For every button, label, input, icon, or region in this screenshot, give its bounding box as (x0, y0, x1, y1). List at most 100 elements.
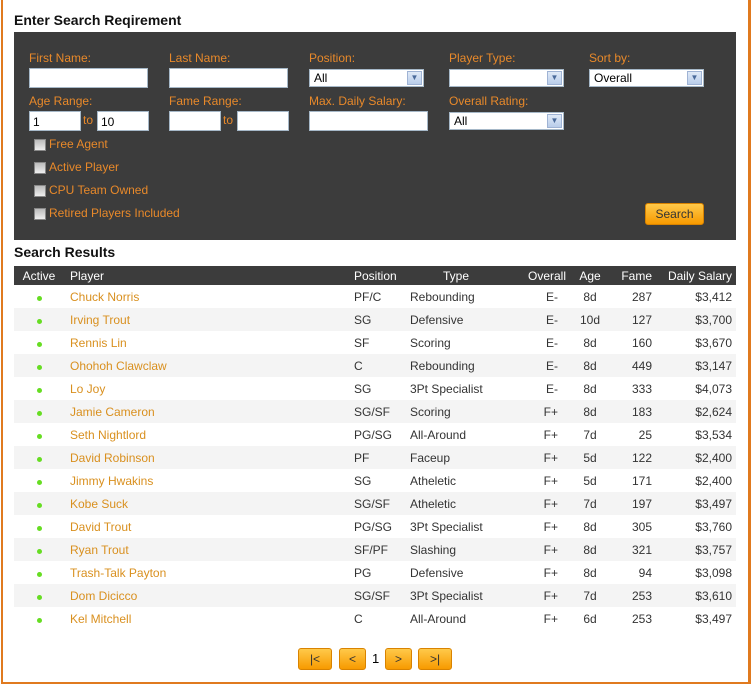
player-name-td: Ryan Trout (64, 538, 350, 561)
type-cell: Slashing (410, 542, 457, 557)
player-name-link[interactable]: Irving Trout (70, 313, 130, 327)
age-cell: 7d (583, 427, 597, 442)
type-cell-td: Atheletic (406, 469, 506, 492)
fame-cell-td: 333 (610, 377, 656, 400)
free-agent-checkbox[interactable] (34, 139, 46, 151)
salary-cell-td: $3,497 (656, 492, 736, 515)
salary-cell: $4,073 (695, 381, 732, 396)
age-min-input[interactable]: 1 (29, 111, 81, 131)
player-name-link[interactable]: Kel Mitchell (70, 612, 131, 626)
col-daily-salary[interactable]: Daily Salary (656, 266, 736, 285)
type-cell: Faceup (410, 450, 451, 465)
fame-cell: 321 (631, 542, 652, 557)
salary-cell-td: $3,610 (656, 584, 736, 607)
overall-rating-label: Overall Rating: (449, 94, 529, 108)
player-name-link[interactable]: Jamie Cameron (70, 405, 155, 419)
player-name-link[interactable]: Lo Joy (70, 382, 105, 396)
overall-cell: F+ (543, 542, 558, 557)
player-name-link[interactable]: Seth Nightlord (70, 428, 146, 442)
cpu-team-owned-checkbox[interactable] (34, 185, 46, 197)
fame-cell-td: 25 (610, 423, 656, 446)
age-cell-td: 10d (570, 308, 610, 331)
active-cell (14, 561, 64, 584)
age-cell-td: 8d (570, 285, 610, 308)
fame-min-input[interactable] (169, 111, 221, 131)
position-cell: PG/SG (354, 427, 393, 442)
last-name-input[interactable] (169, 68, 288, 88)
active-cell (14, 331, 64, 354)
active-dot-icon (36, 364, 42, 370)
col-type[interactable]: Type (406, 266, 506, 285)
active-cell (14, 584, 64, 607)
last-page-button[interactable]: >| (418, 648, 452, 670)
position-cell: SG/SF (354, 496, 391, 511)
position-cell-td: SG/SF (350, 584, 406, 607)
age-cell-td: 7d (570, 584, 610, 607)
fame-cell-td: 183 (610, 400, 656, 423)
player-name-link[interactable]: David Robinson (70, 451, 155, 465)
position-cell: SG (354, 381, 372, 396)
type-cell-td: Slashing (406, 538, 506, 561)
type-cell-td: 3Pt Specialist (406, 377, 506, 400)
age-cell: 7d (583, 496, 597, 511)
col-fame[interactable]: Fame (610, 266, 656, 285)
col-age[interactable]: Age (570, 266, 610, 285)
age-cell-td: 8d (570, 354, 610, 377)
age-max-input[interactable]: 10 (97, 111, 149, 131)
fame-cell-td: 122 (610, 446, 656, 469)
player-name-link[interactable]: Kobe Suck (70, 497, 128, 511)
first-name-input[interactable] (29, 68, 148, 88)
player-name-link[interactable]: Trash-Talk Payton (70, 566, 166, 580)
player-name-link[interactable]: Chuck Norris (70, 290, 139, 304)
age-cell-td: 8d (570, 561, 610, 584)
salary-cell: $3,497 (695, 496, 732, 511)
current-page: 1 (372, 651, 380, 666)
col-overall[interactable]: Overall (506, 266, 570, 285)
fame-cell-td: 127 (610, 308, 656, 331)
player-name-link[interactable]: Rennis Lin (70, 336, 127, 350)
position-cell-td: C (350, 354, 406, 377)
age-cell: 7d (583, 588, 597, 603)
table-row: Chuck Norris PF/C Rebounding E- 8d 287 $3,412 (14, 285, 736, 308)
retired-players-checkbox[interactable] (34, 208, 46, 220)
player-name-link[interactable]: Dom Dicicco (70, 589, 137, 603)
player-name-td: Kobe Suck (64, 492, 350, 515)
active-cell (14, 607, 64, 630)
overall-cell: E- (546, 381, 558, 396)
player-name-td: Dom Dicicco (64, 584, 350, 607)
position-cell-td: SF/PF (350, 538, 406, 561)
active-player-checkbox[interactable] (34, 162, 46, 174)
next-page-button[interactable]: > (385, 648, 412, 670)
first-page-button[interactable]: |< (298, 648, 332, 670)
salary-cell: $3,412 (695, 289, 732, 304)
position-select[interactable]: All ▼ (309, 69, 424, 87)
overall-cell: E- (546, 289, 558, 304)
position-cell: SF/PF (354, 542, 389, 557)
overall-cell: F+ (543, 450, 558, 465)
search-button[interactable]: Search (645, 203, 704, 225)
prev-page-button[interactable]: < (339, 648, 366, 670)
player-type-select[interactable]: ▼ (449, 69, 564, 87)
position-cell-td: SG/SF (350, 400, 406, 423)
player-name-td: Chuck Norris (64, 285, 350, 308)
player-name-link[interactable]: David Trout (70, 520, 131, 534)
age-cell: 8d (583, 358, 597, 373)
col-position[interactable]: Position (350, 266, 406, 285)
type-cell: All-Around (410, 611, 467, 626)
col-player[interactable]: Player (64, 266, 350, 285)
fame-max-input[interactable] (237, 111, 289, 131)
overall-cell: E- (546, 358, 558, 373)
sort-by-select[interactable]: Overall ▼ (589, 69, 704, 87)
overall-rating-select[interactable]: All ▼ (449, 112, 564, 130)
max-salary-input[interactable] (309, 111, 428, 131)
col-active[interactable]: Active (14, 266, 64, 285)
player-name-link[interactable]: Jimmy Hwakins (70, 474, 153, 488)
age-cell-td: 8d (570, 538, 610, 561)
salary-cell-td: $3,670 (656, 331, 736, 354)
salary-cell-td: $3,098 (656, 561, 736, 584)
player-name-link[interactable]: Ohohoh Clawclaw (70, 359, 167, 373)
overall-cell: F+ (543, 427, 558, 442)
player-name-link[interactable]: Ryan Trout (70, 543, 129, 557)
position-cell-td: PF (350, 446, 406, 469)
position-cell: PG/SG (354, 519, 393, 534)
